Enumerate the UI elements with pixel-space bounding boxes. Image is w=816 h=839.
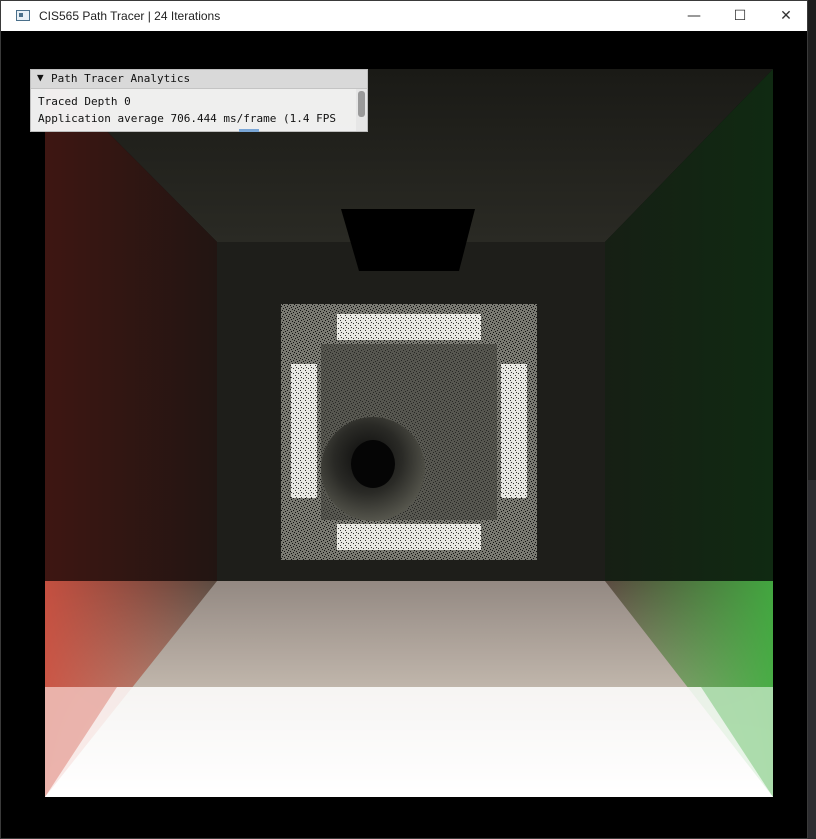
render-viewport[interactable] bbox=[7, 32, 807, 832]
panel-bar-right bbox=[501, 364, 527, 498]
analytics-panel-title: Path Tracer Analytics bbox=[51, 72, 191, 85]
traced-depth-text: Traced Depth 0 bbox=[38, 95, 131, 108]
maximize-button[interactable]: ☐ bbox=[717, 1, 763, 31]
background-window-edge bbox=[808, 480, 816, 839]
frame-time-text: Application average 706.444 ms/frame (1.… bbox=[38, 112, 337, 125]
collapse-arrow-icon[interactable]: ▼ bbox=[37, 71, 44, 84]
analytics-panel-header[interactable]: ▼ Path Tracer Analytics bbox=[31, 70, 367, 89]
close-button[interactable]: ✕ bbox=[763, 1, 809, 31]
analytics-panel[interactable]: ▼ Path Tracer Analytics Traced Depth 0 A… bbox=[30, 69, 368, 132]
ceiling-light bbox=[341, 209, 475, 271]
panel-bar-bottom bbox=[337, 524, 481, 550]
title-bar[interactable]: CIS565 Path Tracer | 24 Iterations — ☐ ✕ bbox=[1, 1, 807, 31]
panel-scrollbar-thumb[interactable] bbox=[358, 91, 365, 117]
panel-horizontal-scroll-indicator[interactable] bbox=[239, 129, 259, 132]
path-tracer-window: CIS565 Path Tracer | 24 Iterations — ☐ ✕ bbox=[0, 0, 808, 839]
app-icon bbox=[16, 10, 30, 21]
window-title: CIS565 Path Tracer | 24 Iterations bbox=[39, 9, 221, 23]
cornell-box-render bbox=[45, 69, 773, 797]
panel-bar-left bbox=[291, 364, 317, 498]
minimize-button[interactable]: — bbox=[671, 1, 717, 31]
panel-bar-top bbox=[337, 314, 481, 340]
